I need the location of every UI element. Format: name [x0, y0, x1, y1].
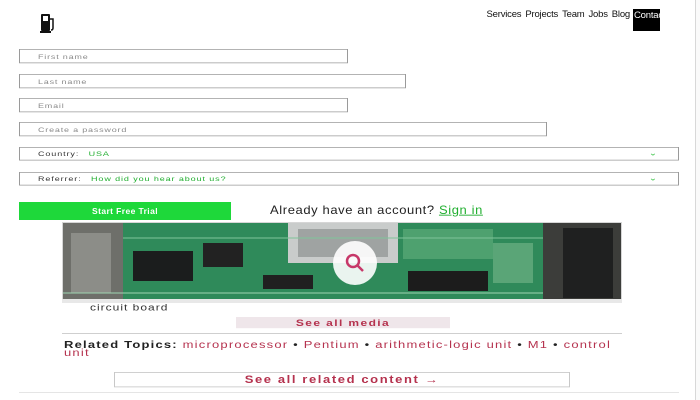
password-input[interactable] — [38, 125, 528, 134]
nav-item-contact[interactable]: Contact — [633, 9, 660, 31]
last-name-input[interactable] — [38, 77, 387, 86]
topic-link-pentium[interactable]: Pentium — [304, 339, 360, 351]
top-nav: Services Projects Team Jobs Blog Contact — [483, 9, 660, 31]
topic-separator: • — [517, 338, 523, 351]
referrer-label: Referrer: — [38, 175, 82, 183]
country-select[interactable]: Country: USA ⌄ — [19, 147, 679, 161]
nav-item-projects[interactable]: Projects — [525, 9, 558, 20]
sign-in-link[interactable]: Sign in — [439, 203, 483, 217]
last-name-field[interactable] — [19, 74, 406, 89]
referrer-select[interactable]: Referrer: How did you hear about us? ⌄ — [19, 172, 679, 186]
email-input[interactable] — [38, 101, 329, 110]
chevron-down-icon: ⌄ — [648, 174, 658, 183]
see-all-related-content-button[interactable]: See all related content → — [114, 372, 570, 388]
nav-item-team[interactable]: Team — [562, 9, 585, 20]
nav-item-blog[interactable]: Blog — [612, 9, 630, 20]
password-field[interactable] — [19, 122, 547, 137]
page-scrollbar[interactable] — [695, 0, 700, 400]
start-free-trial-button[interactable]: Start Free Trial — [19, 202, 231, 220]
country-value: USA — [88, 150, 110, 158]
country-label: Country: — [38, 150, 80, 158]
topic-separator: • — [553, 338, 559, 351]
first-name-input[interactable] — [38, 52, 329, 61]
section-divider — [62, 333, 622, 334]
topic-link-microprocessor[interactable]: microprocessor — [183, 339, 289, 351]
email-field[interactable] — [19, 98, 348, 113]
topic-separator: • — [364, 338, 371, 351]
related-topics: Related Topics: microprocessor • Pentium… — [64, 338, 624, 357]
sign-in-prompt: Already have an account? Sign in — [270, 203, 483, 217]
first-name-field[interactable] — [19, 49, 348, 64]
topic-link-m1[interactable]: M1 — [528, 339, 548, 351]
chevron-down-icon: ⌄ — [648, 149, 658, 158]
media-caption: circuit board — [90, 302, 169, 313]
topic-separator: • — [293, 338, 299, 351]
logo-fuel-pump-icon[interactable] — [40, 12, 56, 34]
topic-link-arithmetic-logic-unit[interactable]: arithmetic-logic unit — [375, 339, 512, 351]
circuit-board-graphic — [63, 223, 621, 301]
nav-item-jobs[interactable]: Jobs — [589, 9, 608, 20]
already-have-account-text: Already have an account? — [270, 203, 435, 217]
circuit-board-image[interactable] — [62, 222, 622, 302]
referrer-value: How did you hear about us? — [91, 175, 227, 183]
bottom-border — [19, 392, 679, 400]
see-all-media-link[interactable]: See all media — [236, 317, 450, 329]
nav-item-services[interactable]: Services — [487, 9, 522, 20]
